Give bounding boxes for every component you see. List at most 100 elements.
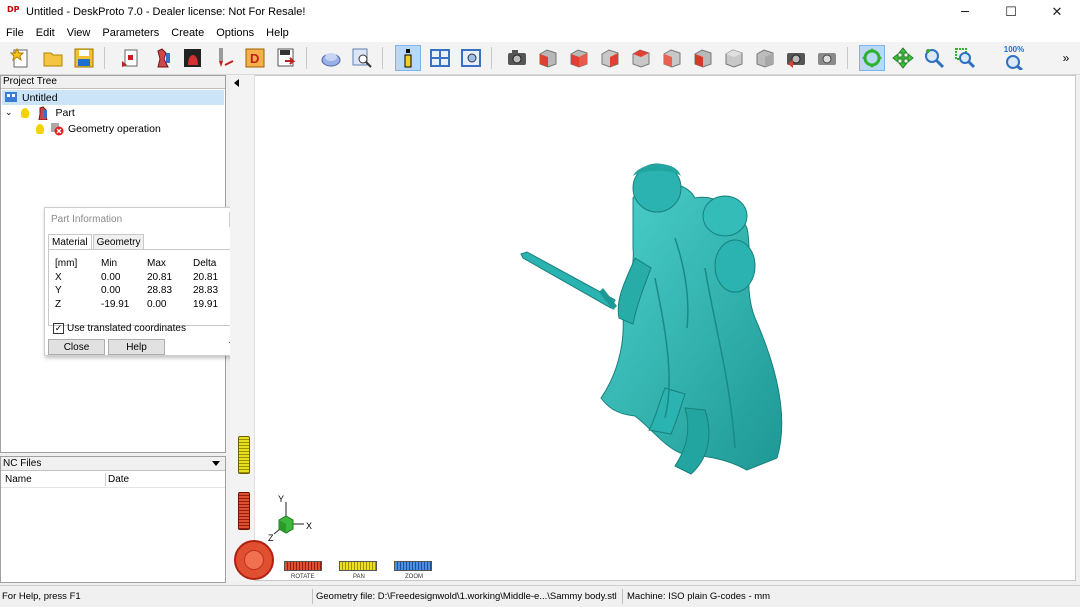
zoom-preview-icon[interactable] [349,45,375,71]
title-bar: DP Untitled - DeskProto 7.0 - Dealer lic… [0,0,1080,24]
row-z-delta: 19.91 [193,299,219,310]
status-help: For Help, press F1 [2,591,81,602]
row-y-min: 0.00 [101,285,121,296]
light-bulb-icon[interactable] [20,107,29,118]
collapse-panel-icon[interactable] [234,79,239,87]
toolbar-overflow-label: » [1062,51,1070,65]
tool-icon[interactable] [211,45,237,71]
deskproto-window: DP Untitled - DeskProto 7.0 - Dealer lic… [0,0,1080,607]
toolbar: D 100% » [0,42,1080,75]
view-top-icon[interactable] [628,45,654,71]
maximize-button[interactable]: ☐ [988,0,1034,24]
dimensions-table: [mm] Min Max Delta X 0.00 20.81 20.81 Y … [48,249,243,326]
tab-material[interactable]: Material [48,234,92,250]
part-information-dialog: Part Information Material Geometry [mm] … [44,207,246,356]
menu-help[interactable]: Help [260,27,295,39]
tree-item-part[interactable]: ⌄ Part [5,105,75,120]
pan-control-label: PAN [353,574,365,580]
translated-coords-checkbox[interactable]: ✓ [53,323,64,334]
simulation-icon[interactable] [318,45,344,71]
column-name[interactable]: Name [5,474,32,485]
translated-coords-label: Use translated coordinates [67,323,186,334]
view-3d-red-icon[interactable] [535,45,561,71]
view-bottom-icon[interactable] [752,45,778,71]
close-button[interactable]: Close [48,339,105,355]
project-tree-header: Project Tree [1,76,225,89]
tab-geometry[interactable]: Geometry [92,234,145,250]
row-x-label: X [55,272,62,283]
dialog-title: Part Information [51,214,123,225]
view-iso-icon[interactable] [721,45,747,71]
project-icon [5,92,17,102]
import-geometry-icon[interactable] [118,45,144,71]
rotate-control-label: ROTATE [291,574,315,580]
pan-mode-icon[interactable] [890,45,916,71]
row-y-max: 28.83 [147,285,173,296]
view-front-icon[interactable] [566,45,592,71]
row-x-min: 0.00 [101,272,121,283]
zoom-control-label: ZOOM [405,574,423,580]
bitmap-icon[interactable] [180,45,206,71]
save-icon[interactable] [71,45,97,71]
open-folder-icon[interactable] [40,45,66,71]
status-machine: Machine: ISO plain G-codes - mm [627,591,771,602]
tree-item-untitled-label: Untitled [22,91,58,104]
help-button[interactable]: Help [108,339,165,355]
row-y-delta: 28.83 [193,285,219,296]
zoom-in-icon[interactable] [921,45,947,71]
toolbar-overflow-icon[interactable]: » [1058,45,1074,71]
app-logo-icon[interactable]: DP [7,5,21,19]
menu-parameters[interactable]: Parameters [96,27,165,39]
rotate-slider[interactable] [238,492,250,530]
zoom-window-icon[interactable] [952,45,978,71]
part-icon[interactable] [150,45,176,71]
zoom-control[interactable] [394,561,432,571]
tree-item-geometry-operation-label: Geometry operation [68,122,161,135]
chevron-down-icon[interactable]: ⌄ [5,107,13,118]
view-left-icon[interactable] [659,45,685,71]
translated-coords-option[interactable]: ✓ Use translated coordinates [53,323,186,334]
tree-item-part-label: Part [55,106,75,119]
menu-bar: File Edit View Parameters Create Options… [0,24,1080,42]
row-z-min: -19.91 [101,299,130,310]
rotate-control[interactable] [284,561,322,571]
column-date[interactable]: Date [108,474,129,485]
nc-files-panel: NC Files Name Date [0,456,226,583]
view-back-icon[interactable] [690,45,716,71]
pan-slider[interactable] [238,436,250,474]
camera-settings-icon[interactable] [814,45,840,71]
camera-capture-icon[interactable] [783,45,809,71]
row-x-max: 20.81 [147,272,173,283]
dxf-icon[interactable]: D [242,45,268,71]
dropdown-arrow-icon[interactable] [212,461,220,466]
minimize-button[interactable]: ─ [942,0,988,24]
menu-create[interactable]: Create [165,27,210,39]
close-window-button[interactable]: ✕ [1034,0,1080,24]
camera-icon[interactable] [504,45,530,71]
tree-item-untitled[interactable]: Untitled [2,90,224,105]
menu-options[interactable]: Options [210,27,260,39]
axis-z-label: Z [268,533,274,543]
zoom-100-icon[interactable]: 100% [1001,45,1027,71]
menu-file[interactable]: File [0,27,30,39]
3d-model [520,163,783,475]
row-z-label: Z [55,299,62,310]
part-information-icon[interactable] [395,45,421,71]
window-layout-icon[interactable] [427,45,453,71]
screen-view-icon[interactable] [458,45,484,71]
tree-item-geometry-operation[interactable]: Geometry operation [36,121,161,136]
light-bulb-icon[interactable] [36,123,44,134]
table-header-max: Max [147,258,166,269]
export-icon[interactable] [273,45,299,71]
part-icon [38,105,48,120]
nc-files-header[interactable]: NC Files [1,457,225,471]
view-right-icon[interactable] [597,45,623,71]
table-header-delta: Delta [193,258,217,269]
menu-edit[interactable]: Edit [30,27,61,39]
pan-control[interactable] [339,561,377,571]
svg-text:D: D [250,51,259,66]
new-project-icon[interactable] [8,45,34,71]
window-title: Untitled - DeskProto 7.0 - Dealer licens… [26,6,306,18]
menu-view[interactable]: View [61,27,97,39]
rotate-mode-icon[interactable] [859,45,885,71]
